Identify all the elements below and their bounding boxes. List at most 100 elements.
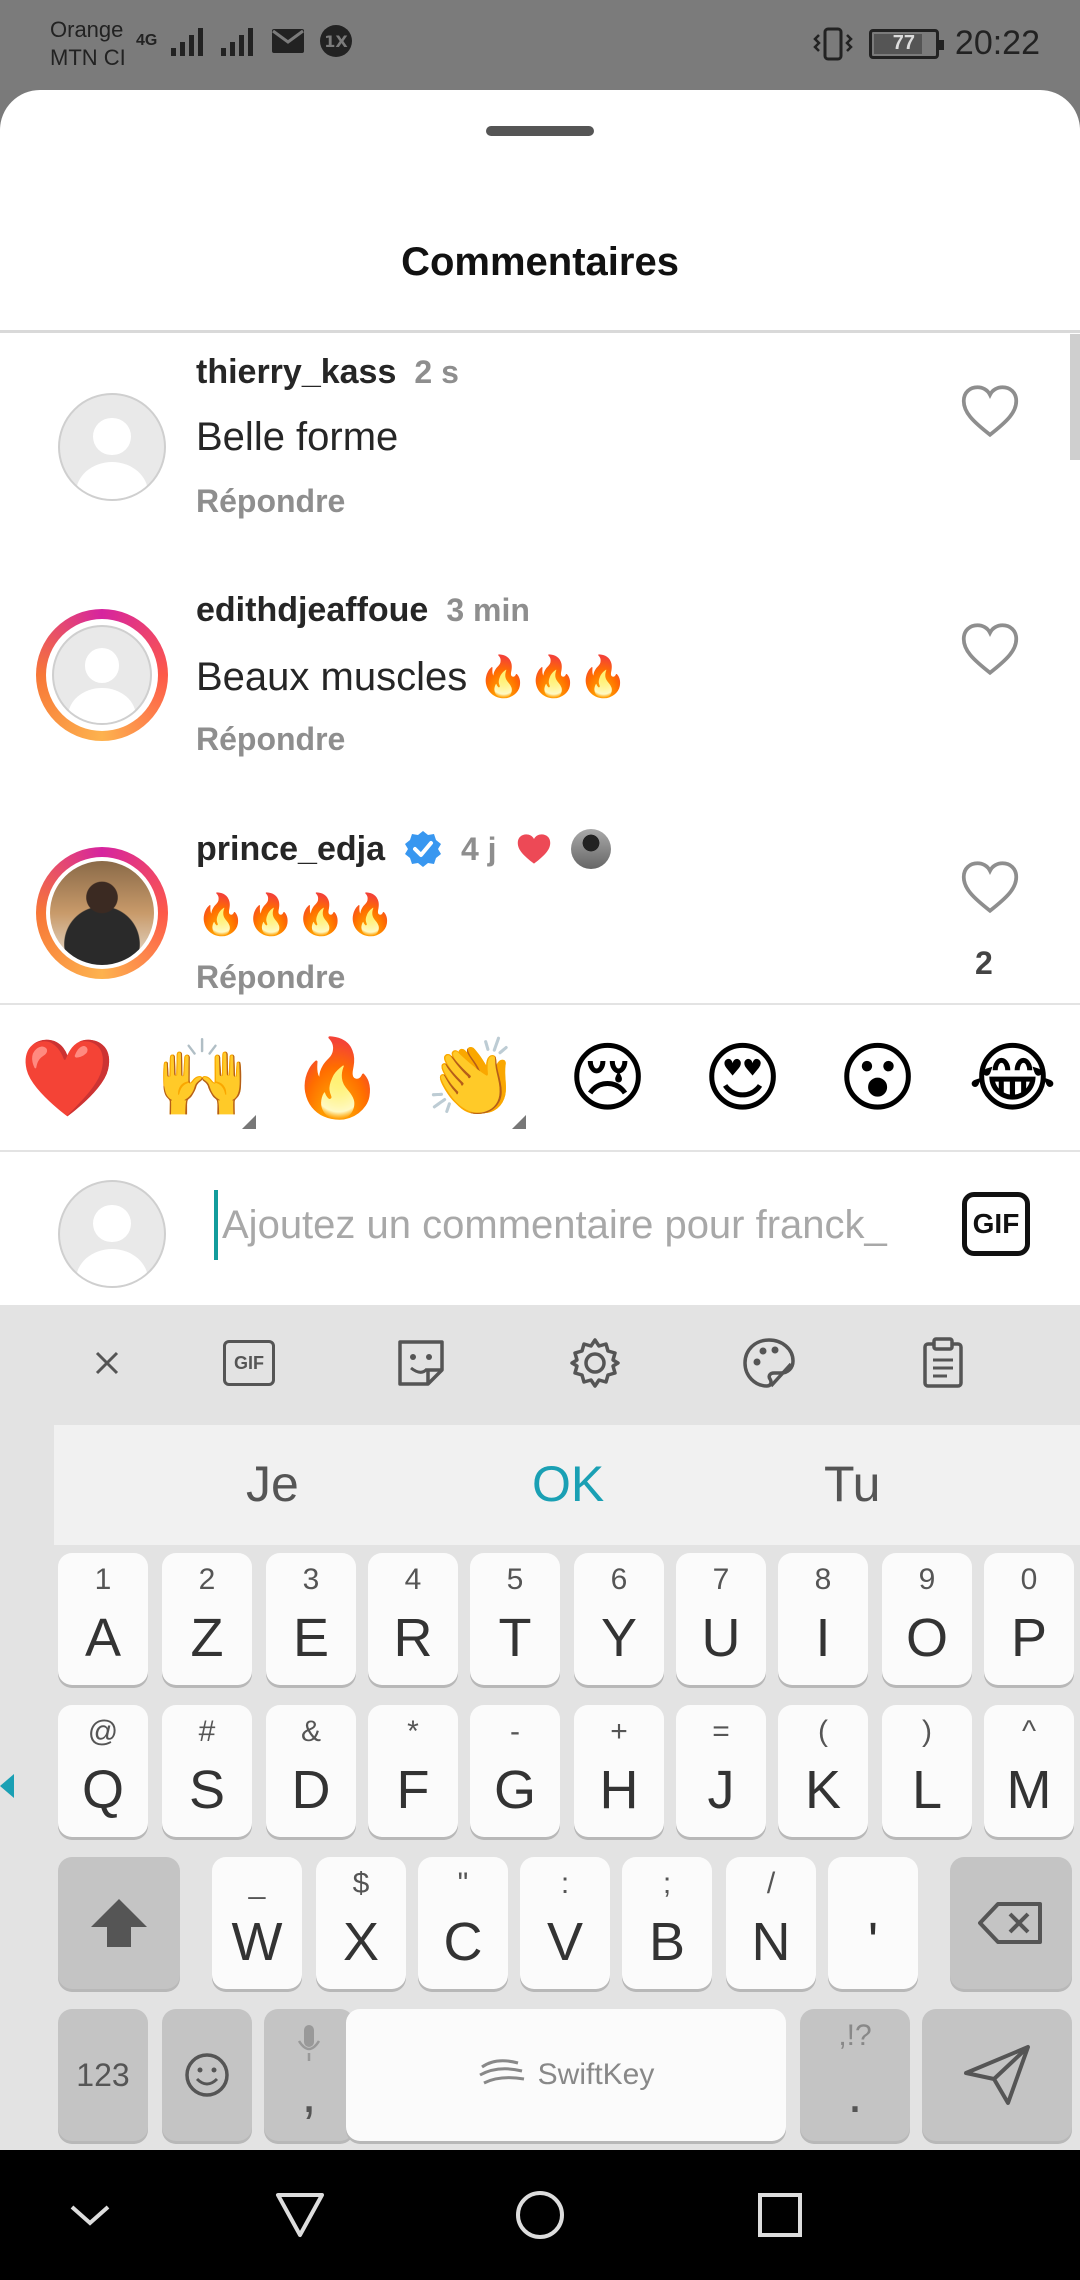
avatar[interactable]: [36, 609, 168, 741]
reply-button[interactable]: Répondre: [196, 483, 345, 520]
keyboard-side-arrow-icon[interactable]: [0, 1774, 14, 1798]
emoji-raising-hands-button[interactable]: 🙌: [148, 1033, 258, 1129]
comma-key[interactable]: ,: [264, 2009, 354, 2141]
emoji-clapping-button[interactable]: 👏: [418, 1032, 528, 1129]
comment-username[interactable]: edithdjeaffoue: [196, 591, 428, 630]
suggestion-right[interactable]: Tu: [824, 1455, 881, 1513]
back-triangle-icon[interactable]: [270, 2185, 330, 2245]
key-k[interactable]: (K: [778, 1705, 868, 1837]
comment-list[interactable]: thierry_kass 2 s Belle forme Répondre ed…: [0, 333, 1080, 1003]
key-n[interactable]: / N: [726, 1857, 816, 1989]
signal-icon: [221, 28, 254, 56]
key-o[interactable]: 9O: [882, 1553, 972, 1685]
reply-button[interactable]: Répondre: [196, 959, 345, 996]
key-label: Z: [190, 1608, 224, 1668]
key-l[interactable]: ) L: [882, 1705, 972, 1837]
key-b[interactable]: ; B: [622, 1857, 712, 1989]
reply-button[interactable]: Répondre: [196, 721, 345, 758]
emoji-crying-button[interactable]: 😢: [553, 1033, 663, 1122]
key-r[interactable]: 4R: [368, 1553, 458, 1685]
key-a[interactable]: 1A: [58, 1553, 148, 1685]
key-label: K: [804, 1760, 842, 1820]
key-sub: #: [198, 1715, 216, 1748]
key-label: X: [342, 1912, 380, 1972]
key-q[interactable]: @ Q: [58, 1705, 148, 1837]
key-sub: 5: [506, 1563, 524, 1596]
avatar[interactable]: [46, 381, 178, 513]
key-s[interactable]: # S: [162, 1705, 252, 1837]
key-sub: 7: [712, 1563, 730, 1596]
emoji-heart-button[interactable]: ❤️: [13, 1033, 123, 1123]
emoji-laughing-button[interactable]: 😂: [958, 1033, 1068, 1122]
key-w[interactable]: _ W: [212, 1857, 302, 1989]
key-sub: 6: [610, 1563, 628, 1596]
key-z[interactable]: 2Z: [162, 1553, 252, 1685]
key-m[interactable]: ^ M: [984, 1705, 1074, 1837]
key-sub: /: [766, 1867, 776, 1900]
theme-palette-icon[interactable]: [736, 1330, 802, 1396]
key-sub: ^: [1021, 1715, 1037, 1748]
key-p[interactable]: 0P: [984, 1553, 1074, 1685]
settings-gear-icon[interactable]: [562, 1330, 628, 1396]
sticker-icon[interactable]: [388, 1330, 454, 1396]
key-v[interactable]: :V: [520, 1857, 610, 1989]
key-f[interactable]: * F: [368, 1705, 458, 1837]
key-apostrophe[interactable]: ': [828, 1857, 918, 1989]
avatar[interactable]: [36, 847, 168, 979]
key-label: T: [498, 1608, 532, 1668]
key-c[interactable]: " C: [418, 1857, 508, 1989]
emoji-surprised-button[interactable]: 😮: [823, 1033, 933, 1122]
app-notification-icon: 1X: [320, 25, 353, 57]
shift-key[interactable]: [58, 1857, 180, 1989]
period-key[interactable]: ,!? .: [800, 2009, 910, 2141]
numbers-key-label: 123: [76, 2056, 130, 2093]
emoji-clapping-icon: 👏: [425, 1032, 520, 1122]
key-u[interactable]: 7U: [676, 1553, 766, 1685]
key-sub: (: [818, 1715, 828, 1748]
sheet-drag-handle[interactable]: [486, 126, 594, 136]
suggestion-left[interactable]: Je: [246, 1455, 299, 1513]
comment-username[interactable]: prince_edja: [196, 830, 385, 869]
key-label: O: [905, 1608, 948, 1668]
key-label: ': [867, 1912, 879, 1972]
key-j[interactable]: = J: [676, 1705, 766, 1837]
space-bar[interactable]: SwiftKey: [346, 2009, 786, 2141]
key-label: E: [292, 1608, 330, 1668]
key-label: I: [815, 1608, 831, 1668]
own-avatar: [46, 1168, 178, 1300]
key-sub: ): [922, 1715, 932, 1748]
emoji-key[interactable]: [162, 2009, 252, 2141]
like-heart-icon[interactable]: [960, 383, 1020, 439]
key-t[interactable]: 5T: [470, 1553, 560, 1685]
key-h[interactable]: + H: [574, 1705, 664, 1837]
author-avatar: [570, 829, 611, 869]
emoji-fire-button[interactable]: 🔥: [283, 1033, 393, 1123]
like-heart-icon[interactable]: [960, 859, 1020, 915]
suggestion-center[interactable]: OK: [532, 1455, 604, 1513]
like-heart-icon[interactable]: [960, 621, 1020, 677]
gif-button[interactable]: GIF: [962, 1192, 1030, 1256]
comment-input[interactable]: [214, 1190, 914, 1260]
author-liked-heart-icon: [517, 834, 550, 864]
comment-username[interactable]: thierry_kass: [196, 353, 396, 392]
key-d[interactable]: & D: [266, 1705, 356, 1837]
numbers-key[interactable]: 123: [58, 2009, 148, 2141]
key-i[interactable]: 8I: [778, 1553, 868, 1685]
like-count[interactable]: 2: [975, 945, 993, 982]
send-key[interactable]: [922, 2009, 1072, 2141]
microphone-icon: [297, 2025, 321, 2061]
clipboard-icon[interactable]: [910, 1330, 976, 1396]
key-y[interactable]: 6Y: [574, 1553, 664, 1685]
emoji-heart-eyes-button[interactable]: 😍: [688, 1033, 798, 1122]
comment-item: edithdjeaffoue 3 min Beaux muscles 🔥🔥🔥 R…: [0, 571, 1080, 801]
key-x[interactable]: $ X: [316, 1857, 406, 1989]
recents-square-icon[interactable]: [750, 2185, 810, 2245]
home-circle-icon[interactable]: [510, 2185, 570, 2245]
backspace-key[interactable]: [950, 1857, 1072, 1989]
key-e[interactable]: 3E: [266, 1553, 356, 1685]
key-sub: =: [712, 1715, 730, 1748]
hide-keyboard-chevron-icon[interactable]: [60, 2185, 120, 2245]
gif-tool-button[interactable]: GIF: [216, 1330, 282, 1396]
close-icon[interactable]: [74, 1330, 140, 1396]
key-g[interactable]: -G: [470, 1705, 560, 1837]
